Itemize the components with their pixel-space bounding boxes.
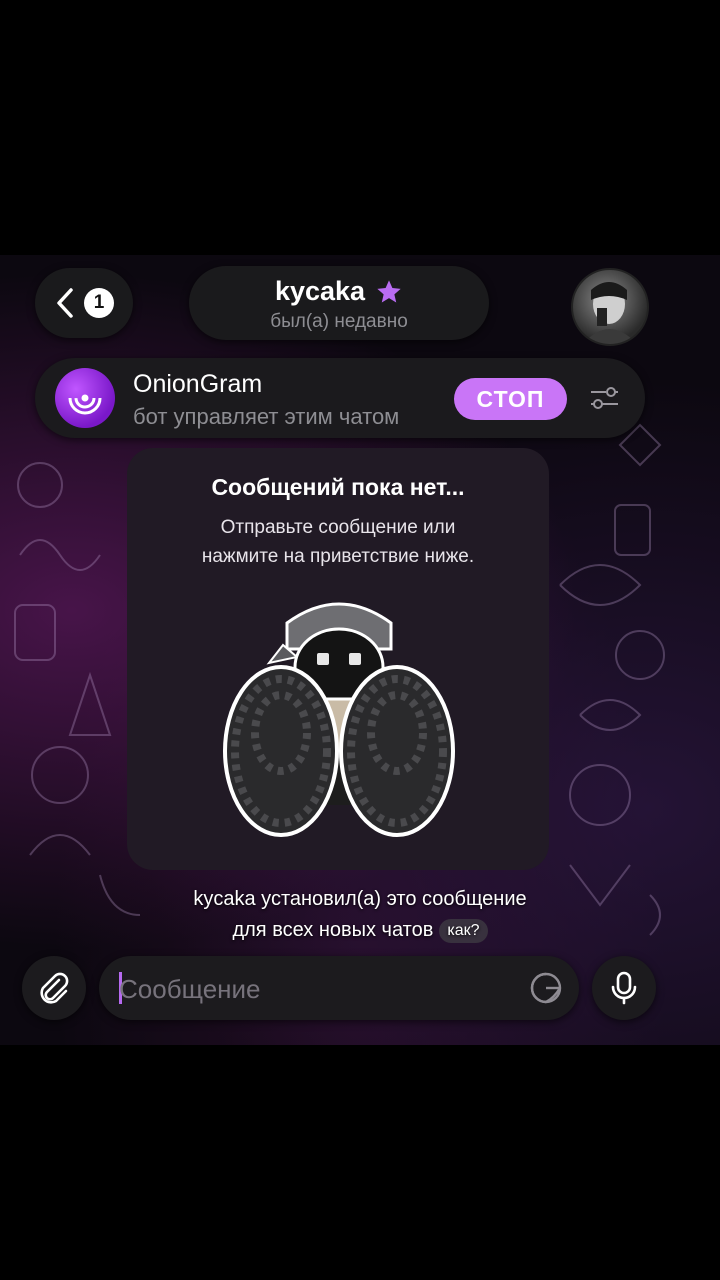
how-link[interactable]: как? bbox=[439, 919, 488, 943]
back-button[interactable]: 1 bbox=[35, 268, 133, 338]
greeting-notice: kycaka установил(а) это сообщение для вс… bbox=[0, 884, 720, 946]
sliders-icon[interactable] bbox=[588, 382, 620, 414]
sticker-icon[interactable] bbox=[528, 970, 564, 1006]
empty-title: Сообщений пока нет... bbox=[211, 474, 465, 500]
empty-line-2: нажмите на приветствие ниже. bbox=[201, 546, 475, 567]
star-icon bbox=[377, 279, 401, 302]
unread-count-badge: 1 bbox=[84, 288, 114, 318]
avatar-photo bbox=[583, 282, 637, 344]
onion-logo-icon bbox=[55, 368, 115, 428]
chat-status: был(а) недавно bbox=[270, 311, 408, 332]
microphone-icon bbox=[611, 971, 637, 1005]
microphone-button[interactable] bbox=[592, 956, 656, 1020]
chat-title: kycaka bbox=[274, 276, 366, 306]
bot-control-bar: OnionGram бот управляет этим чатом СТОП bbox=[35, 358, 645, 438]
greeting-sticker[interactable] bbox=[219, 583, 459, 843]
message-input[interactable] bbox=[117, 966, 511, 1012]
stop-button[interactable]: СТОП bbox=[454, 378, 567, 420]
paperclip-icon bbox=[40, 972, 69, 1004]
bot-name: OnionGram bbox=[133, 370, 263, 398]
notice-line-1: kycaka установил(а) это сообщение bbox=[193, 888, 527, 910]
chevron-left-icon bbox=[57, 288, 73, 318]
avatar[interactable] bbox=[571, 268, 649, 346]
empty-line-1: Отправьте сообщение или bbox=[220, 517, 456, 538]
empty-description: Отправьте сообщение или нажмите на приве… bbox=[127, 513, 549, 571]
notice-line-2: для всех новых чатов bbox=[232, 919, 434, 941]
message-composer[interactable] bbox=[99, 956, 579, 1020]
chat-header[interactable]: kycaka был(а) недавно bbox=[189, 266, 489, 340]
attach-button[interactable] bbox=[22, 956, 86, 1020]
bot-description: бот управляет этим чатом bbox=[133, 404, 400, 429]
empty-chat-card: Сообщений пока нет... Отправьте сообщени… bbox=[127, 448, 549, 870]
